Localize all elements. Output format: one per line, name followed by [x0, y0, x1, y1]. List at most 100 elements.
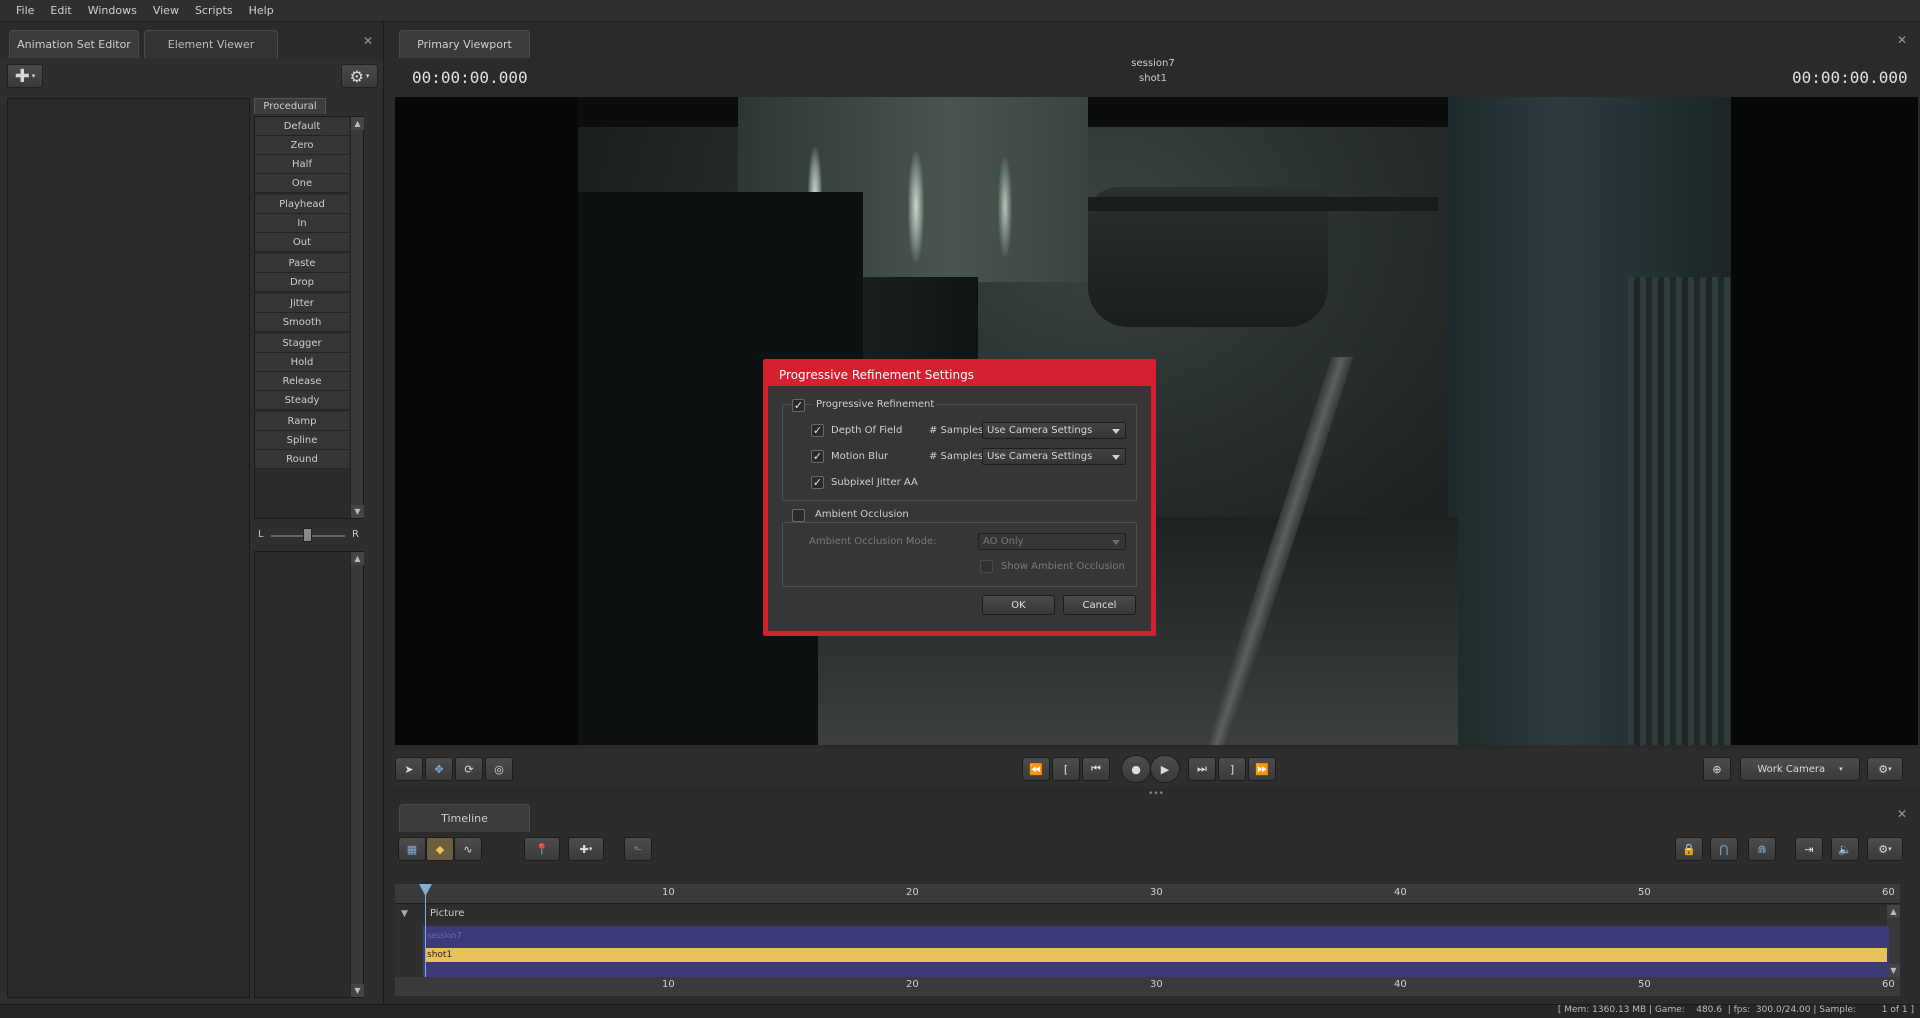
graph-editor-button[interactable]: ∿: [454, 837, 482, 861]
tab-primary-viewport[interactable]: Primary Viewport: [399, 30, 530, 58]
menu-scripts[interactable]: Scripts: [187, 4, 241, 17]
rewind-button[interactable]: ⏪: [1022, 757, 1050, 781]
procedural-item-steady[interactable]: Steady: [255, 391, 349, 410]
procedural-item-hold[interactable]: Hold: [255, 353, 349, 372]
motion-blur-samples-select[interactable]: Use Camera Settings: [982, 448, 1126, 465]
subpixel-jitter-checkbox[interactable]: ✓: [811, 476, 824, 489]
procedural-item-playhead[interactable]: Playhead: [255, 195, 349, 214]
detail-scrollbar[interactable]: ▲ ▼: [350, 552, 364, 997]
rotate-tool-button[interactable]: ⟳: [455, 757, 483, 781]
close-icon[interactable]: ✕: [363, 34, 373, 48]
viewport-settings-button[interactable]: ⚙ ▾: [1867, 757, 1903, 781]
collapse-icon[interactable]: ▼: [401, 909, 408, 919]
close-icon[interactable]: ✕: [1897, 33, 1907, 47]
play-icon: ▶: [1160, 762, 1170, 776]
playhead-line[interactable]: [425, 886, 426, 990]
film-icon: ▦: [406, 842, 418, 856]
procedural-item-stagger[interactable]: Stagger: [255, 334, 349, 353]
shot-clip[interactable]: shot1: [425, 948, 1887, 962]
show-ao-checkbox[interactable]: [980, 560, 993, 573]
tab-element-viewer[interactable]: Element Viewer: [144, 30, 278, 58]
ambient-occlusion-checkbox[interactable]: [792, 509, 805, 522]
depth-of-field-label: Depth Of Field: [831, 425, 903, 436]
menu-file[interactable]: File: [8, 4, 42, 17]
tab-procedural[interactable]: Procedural: [254, 98, 326, 114]
ambient-occlusion-group: [782, 522, 1137, 587]
tab-timeline[interactable]: Timeline: [399, 804, 530, 832]
balance-right-label: R: [352, 529, 359, 540]
camera-target-button[interactable]: ⊕: [1703, 757, 1731, 781]
procedural-item-one[interactable]: One: [255, 174, 349, 193]
settings-button[interactable]: ⚙ ▾: [341, 64, 378, 88]
tick-label: 60: [1882, 887, 1895, 898]
camera-select[interactable]: Work Camera ▾: [1740, 757, 1860, 781]
menu-edit[interactable]: Edit: [42, 4, 79, 17]
cancel-button[interactable]: Cancel: [1063, 595, 1136, 615]
motion-blur-checkbox[interactable]: ✓: [811, 450, 824, 463]
procedural-item-round[interactable]: Round: [255, 450, 349, 469]
procedural-item-spline[interactable]: Spline: [255, 431, 349, 450]
viewport-render[interactable]: [395, 97, 1918, 745]
mark-out-button[interactable]: ]: [1218, 757, 1246, 781]
timeline-settings-button[interactable]: ⚙ ▾: [1867, 837, 1903, 861]
orbit-tool-button[interactable]: ◎: [485, 757, 513, 781]
close-icon[interactable]: ✕: [1897, 807, 1907, 821]
add-bookmark-button[interactable]: 📍: [524, 837, 560, 861]
procedural-item-in[interactable]: In: [255, 214, 349, 233]
timeline-ruler[interactable]: 10 20 30 40 50 60: [395, 884, 1900, 904]
move-tool-button[interactable]: ✥: [425, 757, 453, 781]
procedural-item-paste[interactable]: Paste: [255, 254, 349, 273]
menu-help[interactable]: Help: [241, 4, 282, 17]
snap-frames-button[interactable]: ⋒: [1748, 837, 1776, 861]
tick-label: 50: [1638, 887, 1651, 898]
procedural-item-ramp[interactable]: Ramp: [255, 412, 349, 431]
depth-of-field-checkbox[interactable]: ✓: [811, 424, 824, 437]
jump-end-button[interactable]: ⇥: [1795, 837, 1823, 861]
scroll-down-icon[interactable]: ▼: [351, 505, 364, 518]
menu-windows[interactable]: Windows: [80, 4, 145, 17]
tick-label: 30: [1150, 979, 1163, 990]
timeline-ruler-bottom[interactable]: 10 20 30 40 50 60: [395, 977, 1900, 996]
lock-button[interactable]: 🔒: [1675, 837, 1703, 861]
procedural-item-drop[interactable]: Drop: [255, 273, 349, 292]
scene-light: [908, 152, 924, 262]
procedural-item-jitter[interactable]: Jitter: [255, 294, 349, 313]
procedural-item-smooth[interactable]: Smooth: [255, 313, 349, 332]
procedural-item-zero[interactable]: Zero: [255, 136, 349, 155]
tab-animation-set-editor[interactable]: Animation Set Editor: [9, 30, 139, 58]
speaker-icon: 🔈: [1838, 842, 1852, 856]
fast-forward-button[interactable]: ⏩: [1248, 757, 1276, 781]
depth-of-field-samples-select[interactable]: Use Camera Settings: [982, 422, 1126, 439]
mark-in-button[interactable]: [: [1052, 757, 1080, 781]
ao-mode-select[interactable]: AO Only: [978, 533, 1126, 550]
menu-view[interactable]: View: [145, 4, 187, 17]
add-button[interactable]: ✚ ▾: [7, 64, 43, 88]
ao-mode-value: AO Only: [983, 536, 1024, 547]
clip-editor-button[interactable]: ▦: [398, 837, 426, 861]
motion-editor-button[interactable]: ◆: [426, 837, 454, 861]
procedural-item-release[interactable]: Release: [255, 372, 349, 391]
procedural-item-out[interactable]: Out: [255, 233, 349, 252]
next-frame-button[interactable]: ⏭: [1188, 757, 1216, 781]
timeline-add-button[interactable]: ✚ ▾: [568, 837, 604, 861]
select-tool-button[interactable]: ➤: [395, 757, 423, 781]
balance-slider-handle[interactable]: [303, 528, 312, 542]
snap-button[interactable]: ⋂: [1710, 837, 1738, 861]
scroll-up-icon[interactable]: ▲: [351, 552, 364, 565]
progressive-refinement-checkbox[interactable]: ✓: [792, 399, 805, 412]
record-button[interactable]: ●: [1121, 755, 1151, 783]
scroll-up-icon[interactable]: ▲: [351, 117, 364, 130]
previous-frame-button[interactable]: ⏮: [1082, 757, 1110, 781]
up-level-button[interactable]: ⬑: [624, 837, 652, 861]
procedural-item-half[interactable]: Half: [255, 155, 349, 174]
procedural-item-default[interactable]: Default: [255, 117, 349, 136]
procedural-scrollbar[interactable]: ▲ ▼: [350, 117, 364, 518]
ok-button[interactable]: OK: [982, 595, 1055, 615]
scroll-down-icon[interactable]: ▼: [351, 984, 364, 997]
dropdown-arrow-icon: ▾: [31, 72, 36, 80]
animation-set-tree[interactable]: [7, 98, 250, 998]
play-button[interactable]: ▶: [1150, 755, 1180, 783]
scroll-up-icon[interactable]: ▲: [1887, 905, 1900, 918]
audio-button[interactable]: 🔈: [1831, 837, 1859, 861]
skip-forward-icon: ⏭: [1197, 762, 1207, 775]
